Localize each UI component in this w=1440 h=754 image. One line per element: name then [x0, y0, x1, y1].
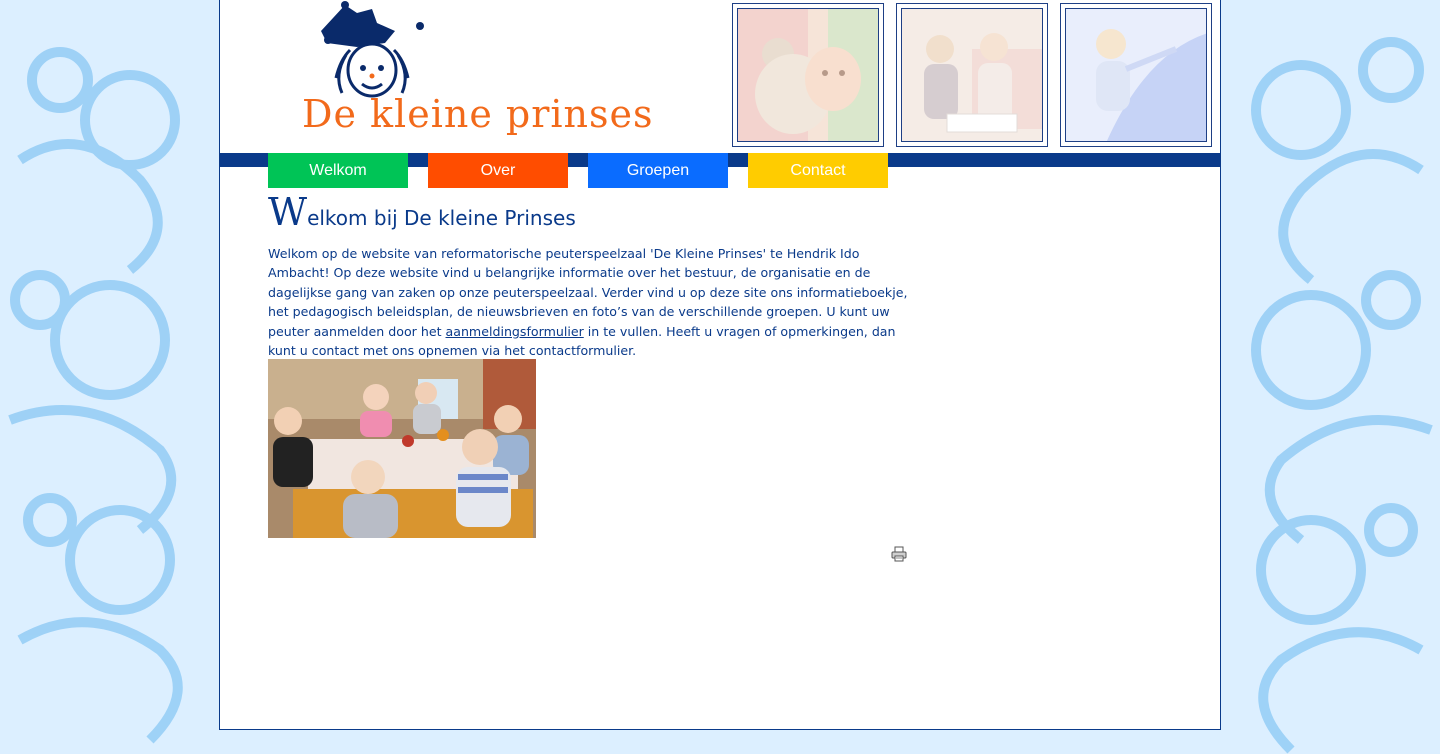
background-decoration-right [1221, 0, 1440, 754]
page-container: De kleine prinses Welkom Over Groepen Co… [219, 0, 1221, 730]
nav-contact[interactable]: Contact [748, 153, 888, 188]
page-title-rest: elkom bij De kleine Prinses [307, 206, 576, 230]
header-photo-slide-child [1060, 3, 1212, 147]
nav-over[interactable]: Over [428, 153, 568, 188]
page-title-initial: W [268, 190, 308, 234]
header-photo-reading-children [896, 3, 1048, 147]
children-at-table-photo [268, 359, 536, 538]
printer-icon[interactable] [891, 546, 907, 562]
logo-wordmark: De kleine prinses [302, 92, 654, 136]
site-logo[interactable]: De kleine prinses [260, 0, 653, 145]
nav-welkom[interactable]: Welkom [268, 153, 408, 188]
registration-form-link[interactable]: aanmeldingsformulier [446, 324, 584, 339]
main-content: Welkom bij De kleine Prinses Welkom op d… [268, 192, 908, 360]
nav-groepen[interactable]: Groepen [588, 153, 728, 188]
header-photo-teddy-bear [732, 3, 884, 147]
intro-paragraph: Welkom op de website van reformatorische… [268, 244, 908, 360]
background-decoration-left [0, 0, 220, 754]
page-title: Welkom bij De kleine Prinses [268, 192, 908, 238]
